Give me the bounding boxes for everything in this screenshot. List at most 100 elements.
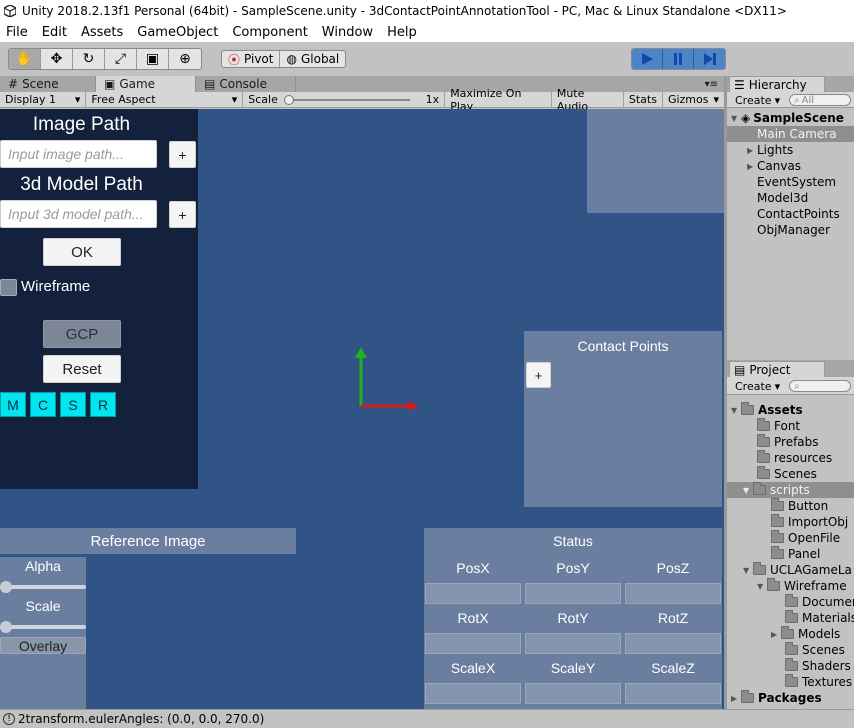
- scalex-field[interactable]: [425, 683, 521, 704]
- menu-help[interactable]: Help: [387, 25, 417, 40]
- folder-icon: [741, 690, 754, 703]
- posz-field[interactable]: [625, 583, 721, 604]
- tab-scene[interactable]: # Scene: [0, 76, 96, 92]
- menu-window[interactable]: Window: [322, 25, 373, 40]
- rotz-field[interactable]: [625, 633, 721, 654]
- menu-edit[interactable]: Edit: [42, 25, 67, 40]
- model-path-add-button[interactable]: +: [169, 201, 196, 228]
- project-folder-textures[interactable]: Textures: [785, 674, 852, 690]
- project-folder-shaders[interactable]: Shaders: [785, 658, 851, 674]
- panel-menu-icon[interactable]: ▾≡: [699, 76, 724, 92]
- tab-game[interactable]: ▣ Game: [96, 76, 196, 92]
- scale-slider[interactable]: [283, 94, 410, 105]
- display-dropdown[interactable]: Display 1 ▾: [0, 91, 87, 108]
- project-folder-wireframe[interactable]: ▼ Wireframe: [757, 578, 847, 594]
- folder-icon: [757, 418, 770, 431]
- hierarchy-item-canvas[interactable]: ▶ Canvas: [747, 158, 801, 174]
- expand-arrow-icon: ▼: [743, 565, 750, 575]
- search-icon: ⌕: [794, 380, 800, 392]
- scalex-label: ScaleX: [450, 660, 496, 676]
- mode-button-c[interactable]: C: [30, 392, 56, 417]
- project-folder-models[interactable]: ▶ Models: [771, 626, 840, 642]
- gizmos-dropdown[interactable]: Gizmos ▾: [663, 92, 724, 108]
- rect-tool-icon[interactable]: ▣: [137, 49, 169, 69]
- project-assets-root[interactable]: ▼ Assets: [731, 402, 803, 418]
- hierarchy-item-eventsystem[interactable]: EventSystem: [757, 174, 836, 190]
- ok-button[interactable]: OK: [43, 238, 121, 266]
- project-folder-panel[interactable]: Panel: [771, 546, 820, 562]
- scene-root[interactable]: ▼ ◈ SampleScene: [731, 110, 844, 126]
- project-folder-font[interactable]: Font: [757, 418, 800, 434]
- project-folder-prefabs[interactable]: Prefabs: [757, 434, 819, 450]
- hand-tool-icon[interactable]: ✋: [9, 49, 41, 69]
- tab-hierarchy[interactable]: ☰ Hierarchy: [729, 76, 825, 92]
- alpha-slider[interactable]: [0, 581, 86, 593]
- posx-field[interactable]: [425, 583, 521, 604]
- game-view-toolbar: Display 1 ▾ Free Aspect ▾ Scale 1x Maximiz…: [0, 87, 724, 113]
- mode-button-r[interactable]: R: [90, 392, 116, 417]
- menu-assets[interactable]: Assets: [81, 25, 123, 40]
- project-folder-wireframe-scenes[interactable]: Scenes: [785, 642, 845, 658]
- scaley-field[interactable]: [525, 683, 621, 704]
- pause-button[interactable]: [663, 49, 694, 69]
- posy-field[interactable]: [525, 583, 621, 604]
- project-folder-openfile[interactable]: OpenFile: [771, 530, 840, 546]
- hierarchy-item-contactpoints[interactable]: ContactPoints: [757, 206, 840, 222]
- aspect-dropdown[interactable]: Free Aspect ▾: [86, 91, 244, 108]
- move-tool-icon[interactable]: ✥: [41, 49, 73, 69]
- hierarchy-item-model3d[interactable]: Model3d: [757, 190, 808, 206]
- roty-field[interactable]: [525, 633, 621, 654]
- project-folder-uclagamelab[interactable]: ▼ UCLAGameLa: [743, 562, 852, 578]
- project-folder-importobj[interactable]: ImportObj: [771, 514, 848, 530]
- project-folder-materials[interactable]: Materials: [785, 610, 854, 626]
- play-button[interactable]: [632, 49, 663, 69]
- project-packages-root[interactable]: ▶ Packages: [731, 690, 822, 706]
- mode-button-m[interactable]: M: [0, 392, 26, 417]
- menu-gameobject[interactable]: GameObject: [137, 25, 218, 40]
- reset-button[interactable]: Reset: [43, 355, 121, 383]
- hierarchy-item-objmanager[interactable]: ObjManager: [757, 222, 830, 238]
- rotx-field[interactable]: [425, 633, 521, 654]
- global-button[interactable]: ◍ Global: [280, 51, 345, 67]
- tab-project[interactable]: ▤ Project: [729, 361, 825, 377]
- project-folder-resources[interactable]: resources: [757, 450, 832, 466]
- wireframe-checkbox[interactable]: [0, 279, 17, 296]
- tab-console[interactable]: ▤ Console: [196, 76, 296, 92]
- mute-audio-toggle[interactable]: Mute Audio: [552, 87, 624, 113]
- image-path-add-button[interactable]: +: [169, 141, 196, 168]
- folder-icon: [771, 530, 784, 543]
- expand-arrow-icon: ▼: [731, 113, 738, 123]
- project-create-dropdown[interactable]: Create ▾: [735, 378, 780, 394]
- hierarchy-item-main-camera[interactable]: Main Camera: [727, 126, 854, 142]
- project-folder-button[interactable]: Button: [771, 498, 828, 514]
- menu-file[interactable]: File: [6, 25, 28, 40]
- rotate-tool-icon[interactable]: ↻: [73, 49, 105, 69]
- menu-component[interactable]: Component: [232, 25, 307, 40]
- panel-splitter[interactable]: [724, 76, 727, 709]
- scalez-field[interactable]: [625, 683, 721, 704]
- project-search-input[interactable]: ⌕: [789, 380, 851, 392]
- project-folder-documentation[interactable]: Documer: [785, 594, 854, 610]
- menu-bar: File Edit Assets GameObject Component Wi…: [0, 22, 854, 42]
- pivot-toggle-group: ⦿ Pivot ◍ Global: [221, 50, 347, 68]
- hierarchy-search-input[interactable]: ⌕ All: [789, 94, 851, 106]
- model-path-input[interactable]: Input 3d model path...: [0, 200, 157, 228]
- gcp-button[interactable]: GCP: [43, 320, 121, 348]
- folder-icon: [757, 434, 770, 447]
- overlay-button[interactable]: Overlay: [0, 637, 86, 654]
- project-folder-scenes[interactable]: Scenes: [757, 466, 817, 482]
- pivot-button[interactable]: ⦿ Pivot: [222, 51, 281, 67]
- stats-toggle[interactable]: Stats: [624, 91, 663, 108]
- image-path-input[interactable]: Input image path...: [0, 140, 157, 168]
- transform-tool-icon[interactable]: ⊕: [169, 49, 201, 69]
- hierarchy-item-lights[interactable]: ▶ Lights: [747, 142, 793, 158]
- step-button[interactable]: [694, 49, 725, 69]
- hierarchy-create-dropdown[interactable]: Create ▾: [735, 92, 780, 108]
- scale-tool-icon[interactable]: ⤢: [105, 49, 137, 69]
- project-folder-scripts[interactable]: ▼ scripts: [727, 482, 854, 498]
- reference-scale-slider[interactable]: [0, 621, 86, 633]
- mode-button-s[interactable]: S: [60, 392, 86, 417]
- folder-icon: [785, 594, 798, 607]
- add-contact-point-button[interactable]: +: [526, 362, 551, 388]
- maximize-on-play-toggle[interactable]: Maximize On Play: [445, 87, 552, 113]
